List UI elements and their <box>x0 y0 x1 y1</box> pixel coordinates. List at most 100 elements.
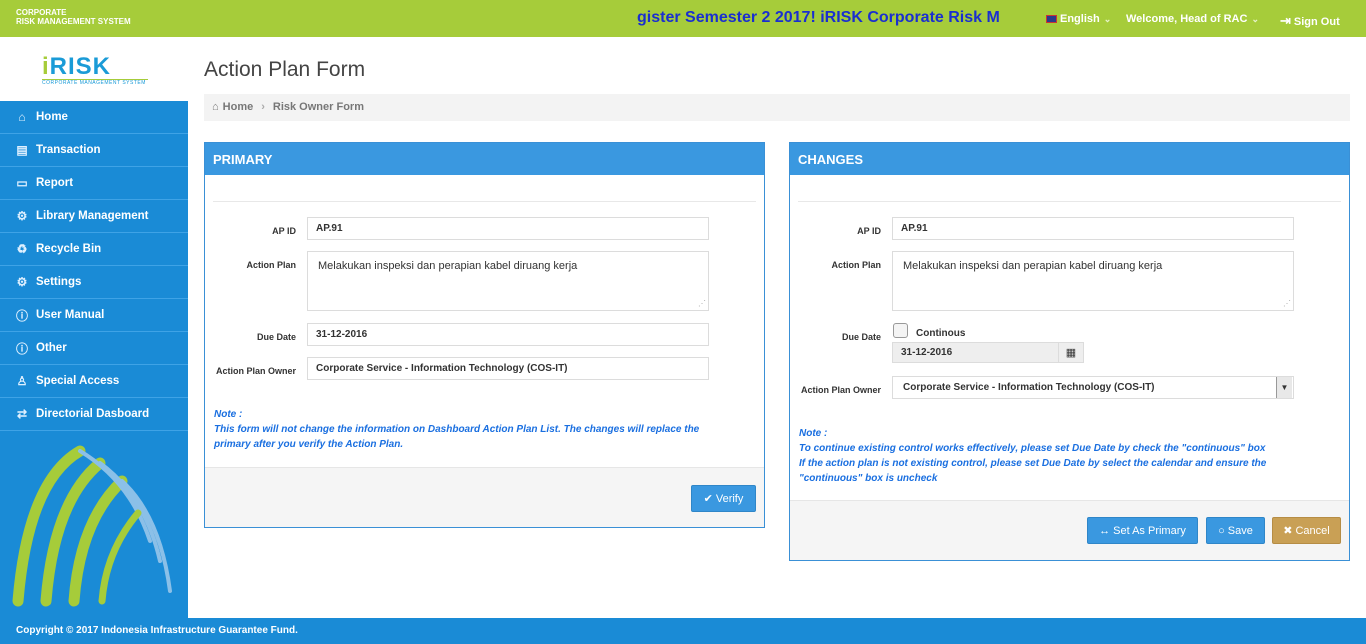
chevron-right-icon: › <box>261 101 265 113</box>
folder-icon: ▭ <box>16 176 28 190</box>
verify-button[interactable]: ✔ Verify <box>691 485 756 512</box>
sidebar-item-directorial-dasboard[interactable]: ⇄ Directorial Dasboard <box>0 398 188 431</box>
sidebar-item-label: Library Management <box>36 210 149 222</box>
divider <box>798 201 1341 202</box>
continous-label: Continous <box>916 328 966 339</box>
info-icon: ⓘ <box>15 308 28 323</box>
brand-text: CORPORATE RISK MANAGEMENT SYSTEM <box>16 8 131 26</box>
top-bar: CORPORATE RISK MANAGEMENT SYSTEM gister … <box>0 0 1366 37</box>
save-label: Save <box>1227 524 1253 537</box>
note-line: "continuous" box is uncheck <box>799 473 938 484</box>
sidebar-item-other[interactable]: ⓘ Other <box>0 332 188 365</box>
action-plan-text: Melakukan inspeksi dan perapian kabel di… <box>903 260 1163 272</box>
changes-panel: CHANGES AP ID AP.91 Action Plan Melakuka… <box>789 142 1350 561</box>
sidebar: ⌂ Home ▤ Transaction ▭ Report ⚙ Library Mana… <box>0 101 188 618</box>
sidebar-item-label: Directorial Dasboard <box>36 408 150 420</box>
sidebar-item-label: Recycle Bin <box>36 243 102 255</box>
gear-icon: ⚙ <box>16 275 28 289</box>
breadcrumb-home[interactable]: Home <box>223 101 254 113</box>
copyright-text: Copyright © 2017 Indonesia Infrastructur… <box>16 625 298 636</box>
note-title: Note : <box>214 409 243 420</box>
ap-id-field[interactable]: AP.91 <box>892 217 1294 240</box>
primary-panel-footer: ✔ Verify <box>205 467 764 527</box>
sidebar-item-label: Transaction <box>36 144 101 156</box>
user-menu[interactable]: Welcome, Head of RAC ⌄ <box>1126 13 1259 25</box>
sidebar-item-home[interactable]: ⌂ Home <box>0 101 188 134</box>
sidebar-item-label: Other <box>36 342 67 354</box>
changes-panel-title: CHANGES <box>790 143 1349 175</box>
sidebar-item-transaction[interactable]: ▤ Transaction <box>0 134 188 167</box>
info-icon: ⓘ <box>15 341 28 356</box>
action-plan-textarea[interactable]: Melakukan inspeksi dan perapian kabel di… <box>307 251 709 311</box>
verify-label: Verify <box>715 492 744 505</box>
divider <box>213 201 756 202</box>
ap-id-label: AP ID <box>857 226 881 236</box>
cancel-label: Cancel <box>1295 524 1330 537</box>
page-title: Action Plan Form <box>204 58 366 81</box>
sidebar-item-user-manual[interactable]: ⓘ User Manual <box>0 299 188 332</box>
book-icon: ▤ <box>16 143 28 157</box>
note-line: To continue existing control works effec… <box>799 443 1266 454</box>
breadcrumb: ⌂ Home › Risk Owner Form <box>204 94 1350 121</box>
check-circle-icon: ✔ <box>703 493 713 505</box>
changes-note: Note : To continue existing control work… <box>799 426 1344 486</box>
user-icon: ♙ <box>16 374 28 388</box>
sign-out-icon: ⇥ <box>1280 13 1291 28</box>
action-plan-owner-select[interactable]: Corporate Service - Information Technolo… <box>892 376 1294 399</box>
due-date-value: 31-12-2016 <box>901 347 953 358</box>
primary-panel-title: PRIMARY <box>205 143 764 175</box>
chevron-down-icon: ⌄ <box>1103 14 1112 24</box>
refresh-icon: ○ <box>1218 524 1225 537</box>
sidebar-item-label: User Manual <box>36 309 105 321</box>
announcement-marquee: gister Semester 2 2017! iRISK Corporate … <box>637 9 1000 26</box>
sidebar-item-recycle-bin[interactable]: ♻ Recycle Bin <box>0 233 188 266</box>
changes-panel-footer: ↔ Set As Primary ○ Save ✖ Cancel <box>790 500 1349 560</box>
action-plan-owner-label: Action Plan Owner <box>215 366 296 376</box>
action-plan-label: Action Plan <box>831 260 881 270</box>
due-date-picker-field[interactable]: 31-12-2016 <box>892 342 1084 363</box>
action-plan-text: Melakukan inspeksi dan perapian kabel di… <box>318 260 578 272</box>
sidebar-item-label: Settings <box>36 276 82 288</box>
sign-out-label: Sign Out <box>1293 16 1340 28</box>
resize-handle-icon[interactable]: ⋰ <box>698 299 706 308</box>
set-as-primary-button[interactable]: ↔ Set As Primary <box>1087 517 1198 544</box>
sidebar-item-label: Home <box>36 111 68 123</box>
dropdown-arrow-icon[interactable]: ▼ <box>1276 377 1292 398</box>
action-plan-owner-label: Action Plan Owner <box>800 385 881 395</box>
logo-i: i <box>42 53 50 80</box>
action-plan-label: Action Plan <box>246 260 296 270</box>
exchange-icon: ⇄ <box>16 407 28 421</box>
resize-handle-icon[interactable]: ⋰ <box>1283 299 1291 308</box>
sidebar-item-report[interactable]: ▭ Report <box>0 167 188 200</box>
logo-tagline: CORPORATE MANAGEMENT SYSTEM <box>42 79 148 86</box>
note-title: Note : <box>799 428 828 439</box>
sidebar-item-special-access[interactable]: ♙ Special Access <box>0 365 188 398</box>
primary-panel: PRIMARY AP ID AP.91 Action Plan Melakuka… <box>204 142 765 528</box>
home-icon: ⌂ <box>212 101 219 113</box>
cancel-button[interactable]: ✖ Cancel <box>1272 517 1341 544</box>
uk-flag-icon <box>1046 15 1057 23</box>
action-plan-owner-field[interactable]: Corporate Service - Information Technolo… <box>307 357 709 380</box>
calendar-icon[interactable]: ▦ <box>1058 342 1084 363</box>
sidebar-item-library-management[interactable]: ⚙ Library Management <box>0 200 188 233</box>
close-icon: ✖ <box>1283 525 1293 537</box>
irisk-logo[interactable]: iRISK CORPORATE MANAGEMENT SYSTEM <box>42 53 148 86</box>
recycle-icon: ♻ <box>16 242 28 256</box>
save-button[interactable]: ○ Save <box>1206 517 1265 544</box>
sidebar-decoration-graphic <box>12 445 172 607</box>
exchange-icon: ↔ <box>1099 524 1111 537</box>
set-as-primary-label: Set As Primary <box>1113 524 1186 537</box>
primary-note: Note : This form will not change the inf… <box>214 407 759 452</box>
ap-id-field[interactable]: AP.91 <box>307 217 709 240</box>
page-footer: Copyright © 2017 Indonesia Infrastructur… <box>0 618 1366 644</box>
due-date-label: Due Date <box>841 332 881 342</box>
brand-line1: CORPORATE <box>16 8 67 17</box>
note-line: This form will not change the informatio… <box>214 424 700 435</box>
note-line: primary after you verify the Action Plan… <box>214 439 404 450</box>
continous-checkbox[interactable] <box>893 323 908 338</box>
due-date-field[interactable]: 31-12-2016 <box>307 323 709 346</box>
sign-out-link[interactable]: ⇥ Sign Out <box>1280 13 1340 29</box>
action-plan-textarea[interactable]: Melakukan inspeksi dan perapian kabel di… <box>892 251 1294 311</box>
language-selector[interactable]: English ⌄ <box>1046 13 1111 25</box>
sidebar-item-settings[interactable]: ⚙ Settings <box>0 266 188 299</box>
